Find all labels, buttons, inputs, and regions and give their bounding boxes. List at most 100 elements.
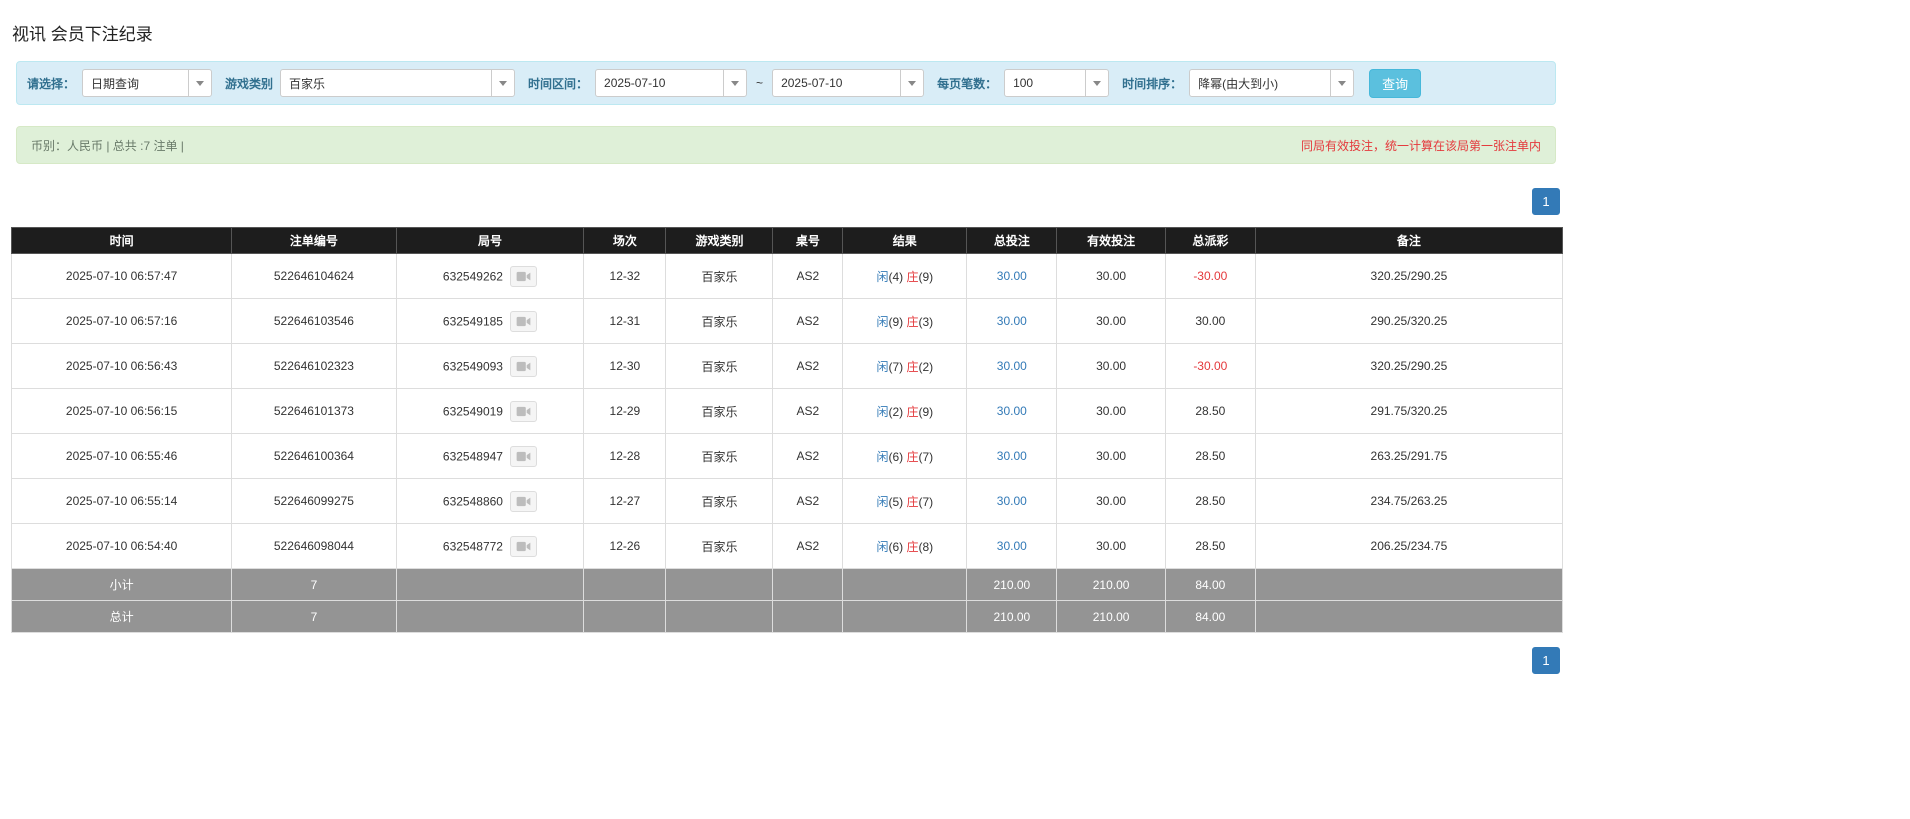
view-video-button[interactable]: [510, 311, 537, 332]
table-row: 2025-07-10 06:55:46522646100364632548947…: [12, 434, 1563, 479]
cell-remark: 263.25/291.75: [1255, 434, 1562, 479]
total-bet-link[interactable]: 30.00: [997, 539, 1027, 553]
cell-round-id: 632548947: [396, 434, 584, 479]
chevron-down-icon[interactable]: [723, 70, 746, 96]
summary-valid-bet: 210.00: [1057, 569, 1166, 601]
cell-valid-bet: 30.00: [1057, 434, 1166, 479]
cell-session: 12-29: [584, 389, 666, 434]
cell-time: 2025-07-10 06:56:43: [12, 344, 232, 389]
valid-bet-notice-text: 同局有效投注，统一计算在该局第一张注单内: [1301, 137, 1541, 154]
query-type-value: 日期查询: [83, 70, 188, 96]
cell-round-id: 632548772: [396, 524, 584, 569]
cell-game-type: 百家乐: [666, 254, 773, 299]
cell-remark: 234.75/263.25: [1255, 479, 1562, 524]
cell-result: 闲(4) 庄(9): [843, 254, 967, 299]
view-video-button[interactable]: [510, 446, 537, 467]
table-header-row: 时间注单编号局号场次游戏类别桌号结果总投注有效投注总派彩备注: [12, 228, 1563, 254]
date-from-picker[interactable]: 2025-07-10: [595, 69, 747, 97]
query-type-dropdown[interactable]: 日期查询: [82, 69, 212, 97]
filter-bar: 请选择： 日期查询 游戏类别 百家乐 时间区间： 2025-07-10 ~ 20…: [16, 61, 1556, 105]
total-bet-link[interactable]: 30.00: [997, 449, 1027, 463]
cell-remark: 290.25/320.25: [1255, 299, 1562, 344]
column-header: 局号: [396, 228, 584, 254]
cell-payout: 30.00: [1165, 299, 1255, 344]
cell-session: 12-27: [584, 479, 666, 524]
cell-total-bet: 30.00: [967, 254, 1057, 299]
column-header: 注单编号: [232, 228, 396, 254]
column-header: 结果: [843, 228, 967, 254]
cell-game-type: 百家乐: [666, 434, 773, 479]
summary-count: 7: [232, 601, 396, 633]
total-bet-link[interactable]: 30.00: [997, 314, 1027, 328]
game-type-dropdown[interactable]: 百家乐: [280, 69, 515, 97]
cell-total-bet: 30.00: [967, 479, 1057, 524]
pagination-bottom: 1: [16, 647, 1560, 674]
view-video-button[interactable]: [510, 266, 537, 287]
cell-session: 12-28: [584, 434, 666, 479]
cell-bet-id: 522646101373: [232, 389, 396, 434]
cell-remark: 320.25/290.25: [1255, 254, 1562, 299]
page-container: 视讯 会员下注纪录 请选择： 日期查询 游戏类别 百家乐 时间区间： 2025-…: [0, 0, 1562, 674]
cell-table-no: AS2: [773, 299, 843, 344]
column-header: 场次: [584, 228, 666, 254]
cell-result: 闲(7) 庄(2): [843, 344, 967, 389]
date-range-tilde: ~: [754, 76, 765, 90]
game-type-value: 百家乐: [281, 70, 491, 96]
sort-order-dropdown[interactable]: 降幂(由大到小): [1189, 69, 1354, 97]
view-video-button[interactable]: [510, 536, 537, 557]
chevron-down-icon[interactable]: [1330, 70, 1353, 96]
cell-payout: 28.50: [1165, 479, 1255, 524]
video-icon: [516, 271, 531, 282]
summary-total-bet: 210.00: [967, 569, 1057, 601]
chevron-down-icon[interactable]: [900, 70, 923, 96]
page-size-value: 100: [1005, 70, 1085, 96]
cell-table-no: AS2: [773, 479, 843, 524]
cell-round-id: 632549262: [396, 254, 584, 299]
cell-valid-bet: 30.00: [1057, 524, 1166, 569]
cell-valid-bet: 30.00: [1057, 344, 1166, 389]
chevron-down-icon[interactable]: [491, 70, 514, 96]
chevron-down-icon[interactable]: [1085, 70, 1108, 96]
banker-result: 庄: [906, 450, 918, 464]
banker-result: 庄: [906, 540, 918, 554]
date-to-picker[interactable]: 2025-07-10: [772, 69, 924, 97]
cell-time: 2025-07-10 06:55:14: [12, 479, 232, 524]
cell-time: 2025-07-10 06:57:16: [12, 299, 232, 344]
cell-payout: 28.50: [1165, 434, 1255, 479]
column-header: 桌号: [773, 228, 843, 254]
table-row: 2025-07-10 06:57:16522646103546632549185…: [12, 299, 1563, 344]
page-size-dropdown[interactable]: 100: [1004, 69, 1109, 97]
total-bet-link[interactable]: 30.00: [997, 494, 1027, 508]
table-row: 2025-07-10 06:54:40522646098044632548772…: [12, 524, 1563, 569]
total-bet-link[interactable]: 30.00: [997, 359, 1027, 373]
page-size-label: 每页笔数：: [937, 75, 997, 92]
table-row: 2025-07-10 06:56:43522646102323632549093…: [12, 344, 1563, 389]
cell-bet-id: 522646104624: [232, 254, 396, 299]
cell-game-type: 百家乐: [666, 389, 773, 434]
view-video-button[interactable]: [510, 356, 537, 377]
cell-remark: 291.75/320.25: [1255, 389, 1562, 434]
cell-round-id: 632548860: [396, 479, 584, 524]
cell-session: 12-32: [584, 254, 666, 299]
column-header: 游戏类别: [666, 228, 773, 254]
query-button[interactable]: 查询: [1369, 69, 1421, 98]
cell-result: 闲(6) 庄(8): [843, 524, 967, 569]
table-row: 2025-07-10 06:56:15522646101373632549019…: [12, 389, 1563, 434]
total-bet-link[interactable]: 30.00: [997, 269, 1027, 283]
banker-result: 庄: [906, 315, 918, 329]
cell-total-bet: 30.00: [967, 434, 1057, 479]
cell-payout: 28.50: [1165, 389, 1255, 434]
view-video-button[interactable]: [510, 401, 537, 422]
player-result: 闲: [876, 315, 888, 329]
chevron-down-icon[interactable]: [188, 70, 211, 96]
cell-bet-id: 522646103546: [232, 299, 396, 344]
cell-valid-bet: 30.00: [1057, 299, 1166, 344]
summary-count: 7: [232, 569, 396, 601]
banker-result: 庄: [906, 495, 918, 509]
page-1-button[interactable]: 1: [1532, 188, 1560, 215]
cell-result: 闲(2) 庄(9): [843, 389, 967, 434]
page-1-button[interactable]: 1: [1532, 647, 1560, 674]
total-bet-link[interactable]: 30.00: [997, 404, 1027, 418]
view-video-button[interactable]: [510, 491, 537, 512]
summary-label: 总计: [12, 601, 232, 633]
